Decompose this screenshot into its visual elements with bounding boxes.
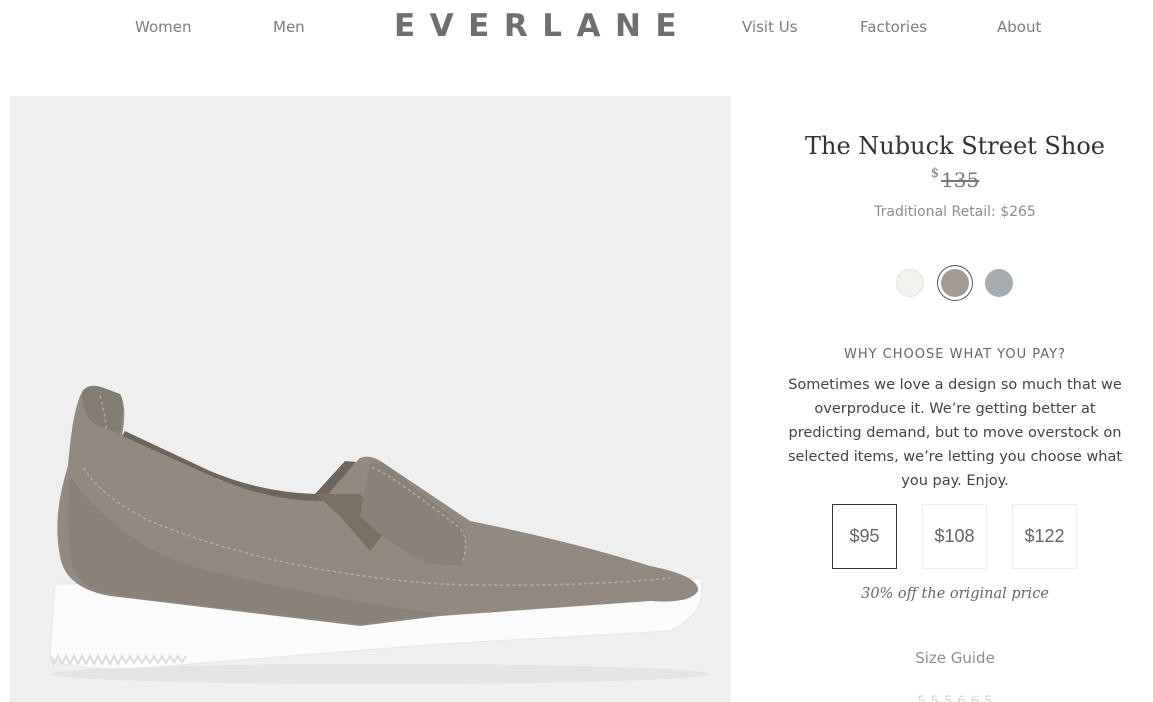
product-image: [10, 96, 731, 702]
price-options: $95 $108 $122: [832, 504, 1078, 570]
choose-pay-description: Sometimes we love a design so much that …: [787, 377, 1123, 489]
nav-link-factories[interactable]: Factories: [860, 18, 927, 36]
shoe-image: [49, 385, 710, 684]
price-currency: $: [930, 166, 940, 181]
swatch-grey[interactable]: [985, 269, 1013, 297]
nav-link-men[interactable]: Men: [273, 18, 305, 36]
color-swatches: [760, 266, 1150, 302]
swatch-taupe[interactable]: [941, 269, 969, 297]
price-option-108[interactable]: $108: [922, 504, 987, 569]
traditional-retail: Traditional Retail: $265: [874, 204, 1036, 220]
product-price: $135: [760, 166, 1150, 192]
choose-pay-heading: WHY CHOOSE WHAT YOU PAY?: [843, 347, 1067, 362]
product-title: The Nubuck Street Shoe: [805, 132, 1105, 160]
product-details: The Nubuck Street Shoe $135 Traditional …: [760, 96, 1150, 702]
top-navigation: Women Men EVERLANE Visit Us Factories Ab…: [0, 0, 1153, 56]
nav-link-visit-us[interactable]: Visit Us: [742, 18, 798, 36]
nav-link-about[interactable]: About: [997, 18, 1041, 36]
brand-logo[interactable]: EVERLANE: [394, 8, 677, 48]
size-options[interactable]: 5 5.5 6 6.5: [760, 694, 1150, 702]
swatch-white[interactable]: [896, 269, 924, 297]
price-original: 135: [941, 168, 980, 192]
size-guide-link[interactable]: Size Guide: [760, 649, 1150, 667]
discount-note: 30% off the original price: [861, 586, 1049, 602]
nav-link-women[interactable]: Women: [135, 18, 191, 36]
price-option-122[interactable]: $122: [1012, 504, 1077, 569]
price-option-95[interactable]: $95: [832, 504, 897, 569]
